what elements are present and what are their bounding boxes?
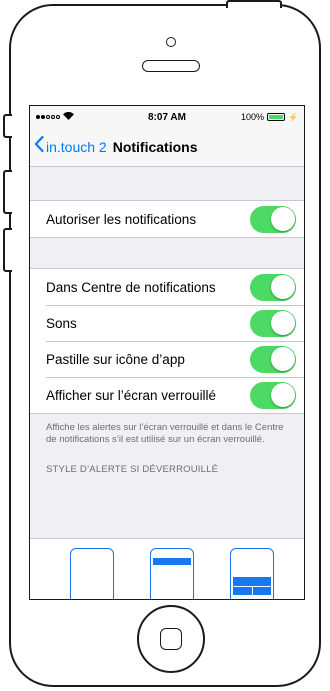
chevron-left-icon (34, 135, 44, 156)
back-button[interactable]: in.touch 2 (30, 135, 107, 157)
notification-center-toggle[interactable] (250, 273, 296, 301)
alert-preview-icon (233, 577, 271, 595)
back-button-label: in.touch 2 (46, 139, 107, 155)
banner-preview-icon (153, 558, 191, 565)
status-right: 100% ⚡ (218, 112, 298, 122)
front-camera (166, 37, 176, 47)
allow-notifications-toggle[interactable] (250, 205, 296, 233)
alert-style-banner-option[interactable] (150, 548, 194, 599)
section-footer-text: Affiche les alertes sur l’écran verrouil… (46, 422, 284, 445)
home-square-icon (160, 628, 182, 650)
alert-style-header: STYLE D’ALERTE SI DÉVERROUILLÉ (46, 464, 219, 475)
setting-label: Afficher sur l’écran verrouillé (46, 387, 217, 403)
allow-notifications-group: Autoriser les notifications (30, 200, 304, 238)
setting-row-notification-center: Dans Centre de notifications (30, 269, 304, 305)
setting-label: Pastille sur icône d’app (46, 351, 185, 367)
battery-percent: 100% (241, 112, 265, 122)
notification-options-group: Dans Centre de notifications Sons Pastil… (30, 268, 304, 414)
status-time: 8:07 AM (148, 111, 186, 123)
status-bar: 8:07 AM 100% ⚡ (30, 106, 304, 128)
volume-up-button (3, 170, 12, 214)
setting-row-sounds: Sons (30, 305, 304, 341)
status-left (36, 111, 116, 122)
setting-label: Dans Centre de notifications (46, 279, 216, 295)
earpiece-speaker (142, 60, 200, 72)
badge-app-icon-toggle[interactable] (250, 345, 296, 373)
power-button (226, 0, 282, 8)
setting-label: Sons (46, 315, 77, 331)
setting-row-allow-notifications: Autoriser les notifications (30, 201, 304, 237)
setting-row-lock-screen: Afficher sur l’écran verrouillé (30, 377, 304, 413)
battery-icon (267, 113, 286, 121)
setting-row-badge-app-icon: Pastille sur icône d’app (30, 341, 304, 377)
phone-screen: 8:07 AM 100% ⚡ in.touch 2 Notifications … (29, 105, 305, 600)
mute-switch (3, 114, 12, 138)
navigation-bar: in.touch 2 Notifications (30, 128, 304, 167)
signal-strength-icon (36, 115, 60, 119)
alert-style-none-option[interactable] (70, 548, 114, 599)
alert-style-alert-option[interactable] (230, 548, 274, 599)
volume-down-button (3, 228, 12, 272)
setting-label: Autoriser les notifications (46, 211, 197, 227)
lock-screen-toggle[interactable] (250, 381, 296, 409)
alert-style-picker (30, 538, 304, 599)
charging-icon: ⚡ (288, 112, 298, 122)
wifi-icon (63, 111, 74, 122)
page-title: Notifications (112, 139, 198, 155)
home-button[interactable] (137, 605, 205, 673)
sounds-toggle[interactable] (250, 309, 296, 337)
